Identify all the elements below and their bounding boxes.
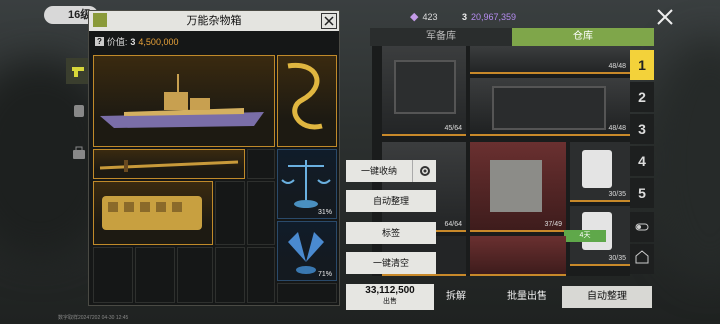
storage-crate[interactable]: 37/49 — [470, 142, 566, 232]
empty-slot — [93, 247, 133, 303]
crate-count: 45/64 — [444, 125, 462, 132]
train-car-icon — [102, 196, 202, 230]
coin-icon: 3 — [462, 12, 468, 22]
dismantle-button[interactable]: 拆解 — [440, 286, 472, 308]
sword-icon — [99, 160, 239, 172]
dismantle-label: 拆解 — [446, 291, 466, 302]
auto-sort-menu-label: 自动整理 — [372, 196, 409, 206]
watermark: 数字取样20247202 04-30 12:45 — [58, 315, 129, 321]
item-detail-popup: 万能杂物箱 ? 价值: 3 4,500,000 31% 71% — [88, 10, 340, 306]
item-crystal-butterfly[interactable]: 71% — [277, 221, 337, 281]
empty-slot — [215, 247, 245, 303]
crate-count: 48/48 — [608, 63, 626, 70]
crate-count: 30/35 — [608, 191, 626, 198]
value-row: ? 价值: 3 4,500,000 — [95, 35, 178, 48]
tab-warehouse[interactable]: 仓库 — [512, 28, 654, 46]
tag-button[interactable]: 标签 — [346, 222, 436, 244]
item-balance-scale[interactable]: 31% — [277, 149, 337, 219]
coin-counter: 3 20,967,359 — [462, 10, 516, 24]
close-icon[interactable] — [321, 13, 337, 29]
item-katana-sword[interactable] — [93, 149, 245, 179]
tab-armory-label: 军备库 — [426, 31, 456, 42]
butterfly-icon — [288, 232, 324, 274]
coin-amount: 20,967,359 — [471, 12, 517, 22]
storage-crate[interactable]: 45/64 — [382, 46, 466, 136]
auto-sort-label: 自动整理 — [587, 291, 627, 302]
clear-all-label: 一键清空 — [372, 258, 409, 268]
expiry-badge: 4天 — [564, 230, 606, 242]
storage-crate[interactable]: 30/35 — [570, 142, 630, 202]
empty-slot — [247, 247, 275, 303]
popup-header: 万能杂物箱 — [89, 11, 339, 31]
crate-count: 30/35 — [608, 255, 626, 262]
collect-all-button[interactable]: 一键收纳 — [346, 160, 412, 182]
page-tab-1[interactable]: 1 — [630, 50, 654, 80]
item-golden-ribbon[interactable] — [277, 55, 337, 147]
bulk-sell-label: 批量出售 — [507, 291, 547, 302]
scale-icon — [281, 160, 331, 208]
coin-icon: 3 — [130, 36, 136, 47]
item-golden-train-car[interactable] — [93, 181, 213, 245]
empty-slot — [177, 247, 213, 303]
ribbon-icon — [287, 62, 323, 130]
gear-icon[interactable] — [412, 160, 436, 182]
page-tab-2[interactable]: 2 — [630, 82, 654, 112]
sell-button[interactable]: 33,112,500 出售 — [346, 284, 434, 310]
gem-icon: ◆ — [410, 11, 419, 23]
info-icon: ? — [95, 37, 104, 46]
page-tab-3[interactable]: 3 — [630, 114, 654, 144]
popup-title: 万能杂物箱 — [186, 15, 242, 27]
item-destroyer-ship-model[interactable] — [93, 55, 275, 147]
storage-crate[interactable]: 64/64 — [382, 142, 466, 232]
ship-icon — [100, 74, 264, 128]
auto-sort-menu-button[interactable]: 自动整理 — [346, 190, 436, 212]
item-thumbnail-icon — [93, 13, 107, 27]
empty-slot — [247, 149, 275, 179]
collect-all-label: 一键收纳 — [360, 166, 397, 176]
sell-value: 3,112,500 — [370, 285, 415, 296]
sell-value-row: 33,112,500 — [346, 284, 434, 297]
page-tab-5[interactable]: 5 — [630, 178, 654, 208]
sell-label: 出售 — [383, 298, 397, 305]
empty-slot — [135, 247, 175, 303]
clear-all-button[interactable]: 一键清空 — [346, 252, 436, 274]
storage-crate[interactable]: 4天 30/35 — [564, 206, 630, 266]
tab-warehouse-label: 仓库 — [573, 31, 593, 42]
storage-crate[interactable]: 48/48 — [470, 46, 630, 74]
bulk-sell-button[interactable]: 批量出售 — [496, 286, 558, 308]
empty-slot — [215, 181, 245, 245]
toggle-icon[interactable] — [630, 212, 654, 242]
empty-slot — [277, 283, 337, 303]
house-icon[interactable] — [630, 244, 654, 274]
auto-sort-button[interactable]: 自动整理 — [562, 286, 652, 308]
tab-armory[interactable]: 军备库 — [370, 28, 512, 46]
close-icon[interactable] — [654, 6, 676, 28]
gem-counter: ◆ 423 — [410, 10, 438, 24]
empty-slot — [247, 181, 275, 245]
value-label: 价值: — [106, 37, 128, 47]
crate-count: 37/49 — [544, 221, 562, 228]
storage-crate[interactable]: 48/48 — [470, 78, 630, 136]
gem-amount: 423 — [422, 12, 438, 22]
crate-count: 64/64 — [444, 221, 462, 228]
item-percent: 31% — [317, 209, 332, 216]
storage-crate[interactable] — [470, 236, 566, 276]
page-tab-4[interactable]: 4 — [630, 146, 654, 176]
value-amount: 4,500,000 — [138, 36, 179, 47]
item-percent: 71% — [317, 271, 332, 278]
tag-label: 标签 — [381, 228, 400, 238]
crate-count: 48/48 — [608, 125, 626, 132]
